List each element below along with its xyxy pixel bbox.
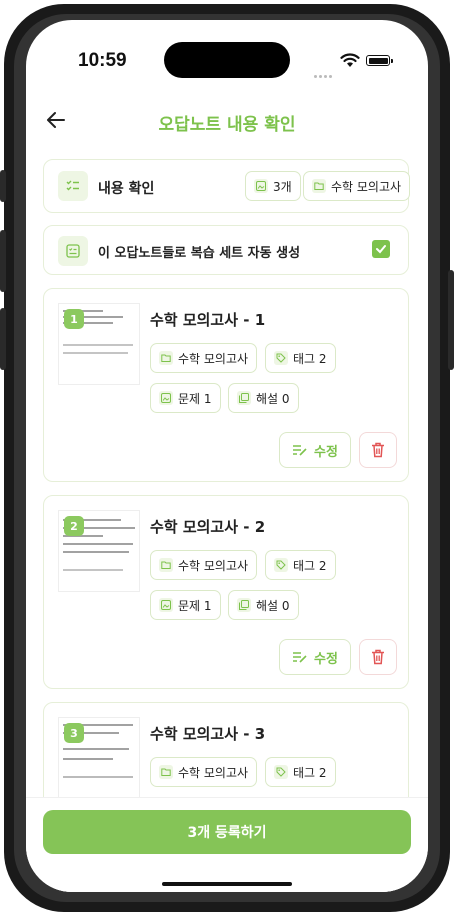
subject-chip[interactable]: 수학 모의고사 bbox=[303, 171, 411, 201]
delete-button[interactable] bbox=[359, 432, 397, 468]
count-chip-label: 3개 bbox=[273, 179, 292, 194]
home-indicator bbox=[162, 882, 292, 886]
problem-chip-label: 문제 1 bbox=[178, 598, 212, 613]
wifi-icon bbox=[340, 53, 360, 67]
auto-review-label: 이 오답노트들로 복습 세트 자동 생성 bbox=[98, 246, 301, 261]
note-card[interactable]: 1 수학 모의고사 - 1 수학 모의고사 태그 2 문제 1 해설 0 수정 bbox=[43, 288, 409, 482]
signal-dots-icon bbox=[314, 63, 334, 78]
subject-chip-label: 수학 모의고사 bbox=[331, 179, 402, 194]
solution-chip-label: 해설 0 bbox=[256, 391, 290, 406]
register-button[interactable]: 3개 등록하기 bbox=[43, 810, 411, 854]
checklist-icon bbox=[58, 171, 88, 201]
subject-chip[interactable]: 수학 모의고사 bbox=[150, 550, 258, 580]
tag-icon bbox=[274, 765, 288, 779]
tag-chip-label: 태그 2 bbox=[293, 765, 327, 780]
item-title: 수학 모의고사 - 2 bbox=[150, 518, 266, 536]
status-bar: 10:59 bbox=[26, 20, 428, 90]
tag-chip[interactable]: 태그 2 bbox=[265, 550, 336, 580]
solution-chip[interactable]: 해설 0 bbox=[228, 383, 299, 413]
edit-label: 수정 bbox=[314, 444, 338, 460]
tag-chip[interactable]: 태그 2 bbox=[265, 757, 336, 787]
volume-down-button bbox=[0, 308, 6, 370]
review-set-icon bbox=[58, 236, 88, 266]
item-title: 수학 모의고사 - 1 bbox=[150, 311, 266, 329]
item-title: 수학 모의고사 - 3 bbox=[150, 725, 266, 743]
delete-button[interactable] bbox=[359, 639, 397, 675]
folder-icon bbox=[159, 765, 173, 779]
folder-icon bbox=[312, 179, 326, 193]
status-time: 10:59 bbox=[78, 50, 127, 71]
battery-icon bbox=[366, 55, 393, 66]
page-title: 오답노트 내용 확인 bbox=[158, 115, 296, 135]
images-icon bbox=[237, 598, 251, 612]
subject-chip[interactable]: 수학 모의고사 bbox=[150, 343, 258, 373]
folder-icon bbox=[159, 351, 173, 365]
edit-button[interactable]: 수정 bbox=[279, 639, 351, 675]
tag-icon bbox=[274, 558, 288, 572]
mute-switch bbox=[0, 170, 6, 202]
problem-chip[interactable]: 문제 1 bbox=[150, 383, 221, 413]
summary-card: 내용 확인 3개 수학 모의고사 bbox=[43, 159, 411, 213]
problem-chip-label: 문제 1 bbox=[178, 391, 212, 406]
images-icon bbox=[237, 391, 251, 405]
check-icon bbox=[376, 245, 386, 254]
solution-chip-label: 해설 0 bbox=[256, 598, 290, 613]
auto-review-checkbox[interactable] bbox=[372, 240, 390, 258]
screen: 10:59 오답노트 내용 확인 내용 확인 3개 수학 모의고사 이 오답노트… bbox=[26, 20, 428, 892]
power-button bbox=[448, 270, 454, 370]
item-number-badge: 3 bbox=[64, 723, 84, 743]
subject-chip-label: 수학 모의고사 bbox=[178, 558, 249, 573]
item-number-badge: 1 bbox=[64, 309, 84, 329]
trash-icon bbox=[372, 442, 384, 458]
tag-chip-label: 태그 2 bbox=[293, 351, 327, 366]
note-card[interactable]: 2 수학 모의고사 - 2 수학 모의고사 태그 2 문제 1 해설 0 수정 bbox=[43, 495, 409, 689]
bottom-bar: 3개 등록하기 bbox=[26, 797, 428, 892]
image-icon bbox=[159, 598, 173, 612]
dynamic-island bbox=[164, 42, 290, 78]
tag-chip[interactable]: 태그 2 bbox=[265, 343, 336, 373]
tag-icon bbox=[274, 351, 288, 365]
problem-chip[interactable]: 문제 1 bbox=[150, 590, 221, 620]
folder-icon bbox=[159, 558, 173, 572]
auto-review-card[interactable]: 이 오답노트들로 복습 세트 자동 생성 bbox=[43, 225, 409, 275]
subject-chip[interactable]: 수학 모의고사 bbox=[150, 757, 258, 787]
subject-chip-label: 수학 모의고사 bbox=[178, 765, 249, 780]
item-number-badge: 2 bbox=[64, 516, 84, 536]
edit-label: 수정 bbox=[314, 651, 338, 667]
trash-icon bbox=[372, 649, 384, 665]
volume-up-button bbox=[0, 230, 6, 292]
edit-button[interactable]: 수정 bbox=[279, 432, 351, 468]
header: 오답노트 내용 확인 bbox=[26, 102, 428, 142]
edit-list-icon bbox=[293, 445, 307, 456]
subject-chip-label: 수학 모의고사 bbox=[178, 351, 249, 366]
edit-list-icon bbox=[293, 652, 307, 663]
image-icon bbox=[254, 179, 268, 193]
image-icon bbox=[159, 391, 173, 405]
tag-chip-label: 태그 2 bbox=[293, 558, 327, 573]
solution-chip[interactable]: 해설 0 bbox=[228, 590, 299, 620]
summary-label: 내용 확인 bbox=[98, 181, 155, 197]
count-chip[interactable]: 3개 bbox=[245, 171, 301, 201]
